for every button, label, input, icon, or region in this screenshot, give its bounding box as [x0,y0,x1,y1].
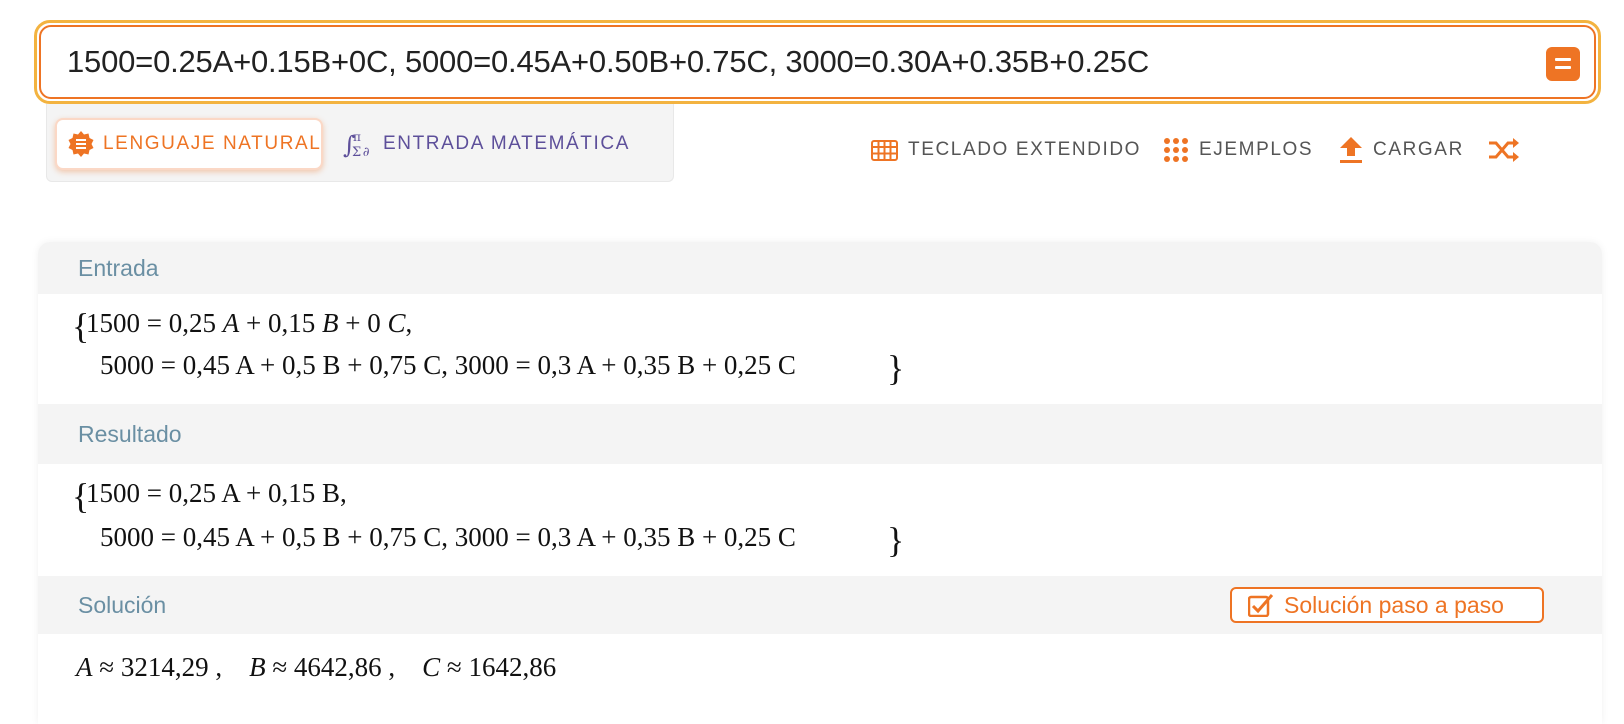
input-section-header: Entrada [38,242,1602,294]
search-bar: 1500=0.25A+0.15B+0C, 5000=0.45A+0.50B+0.… [34,20,1601,104]
right-brace: } [887,348,905,388]
math-symbols-icon: ∫ π Σ∂ [343,129,375,159]
upload-icon [1339,136,1363,164]
result-section-title: Resultado [78,420,182,447]
shuffle-icon [1488,138,1520,162]
results-panel: Entrada { 1500 = 0,25 A + 0,15 B + 0 C, … [38,242,1602,724]
solution-section-title: Solución [78,591,167,618]
solution-a-value: 3214,29 [120,652,209,682]
result-line-2: 5000 = 0,45 A + 0,5 B + 0,75 C, 3000 = 0… [100,522,796,552]
badge-icon [67,130,95,158]
examples-label: EJEMPLOS [1199,139,1314,160]
input-line-2: 5000 = 0,45 A + 0,5 B + 0,75 C, 3000 = 0… [100,350,796,380]
solution-c-value: 1642,86 [468,652,557,682]
equals-icon [1555,58,1571,70]
solution-section-header: Solución Solución paso a paso [38,576,1602,634]
grid-keyboard-icon [871,139,898,161]
step-by-step-label: Solución paso a paso [1284,591,1504,618]
dots-grid-icon [1163,137,1189,163]
search-input-container[interactable]: 1500=0.25A+0.15B+0C, 5000=0.45A+0.50B+0.… [39,25,1596,99]
input-section-body: { 1500 = 0,25 A + 0,15 B + 0 C, 5000 = 0… [38,294,1602,404]
compute-button[interactable] [1546,47,1580,81]
result-line-1: 1500 = 0,25 A + 0,15 B, [86,478,347,508]
tab-natural-language-label: LENGUAJE NATURAL [103,133,322,154]
solution-b-value: 4642,86 [293,652,382,682]
random-example-button[interactable] [1488,132,1530,168]
tab-math-input[interactable]: ∫ π Σ∂ ENTRADA MATEMÁTICA [343,118,630,170]
solution-section-body: A ≈ 3214,29 , B ≈ 4642,86 , C ≈ 1642,86 [38,634,1602,724]
solution-values: A ≈ 3214,29 , B ≈ 4642,86 , C ≈ 1642,86 [76,652,557,682]
result-section-header: Resultado [38,404,1602,464]
svg-text:π: π [353,130,363,144]
upload-label: CARGAR [1373,139,1464,160]
extended-keyboard-button[interactable]: TECLADO EXTENDIDO [871,132,1141,168]
extended-keyboard-label: TECLADO EXTENDIDO [908,139,1142,160]
input-section-title: Entrada [78,254,159,281]
right-brace: } [887,520,905,560]
input-line-1: 1500 = 0,25 A + 0,15 B + 0 C, [86,308,413,338]
svg-text:Σ∂: Σ∂ [352,145,371,159]
examples-button[interactable]: EJEMPLOS [1163,132,1313,168]
upload-button[interactable]: CARGAR [1339,132,1464,168]
tab-math-input-label: ENTRADA MATEMÁTICA [383,133,630,154]
input-mode-tabs: LENGUAJE NATURAL ∫ π Σ∂ ENTRADA MATEMÁTI… [46,104,674,182]
search-input[interactable]: 1500=0.25A+0.15B+0C, 5000=0.45A+0.50B+0.… [67,27,1149,97]
checkbox-icon [1248,593,1274,617]
result-section-body: { 1500 = 0,25 A + 0,15 B, 5000 = 0,45 A … [38,464,1602,576]
tab-natural-language[interactable]: LENGUAJE NATURAL [55,118,323,170]
step-by-step-button[interactable]: Solución paso a paso [1230,587,1544,623]
